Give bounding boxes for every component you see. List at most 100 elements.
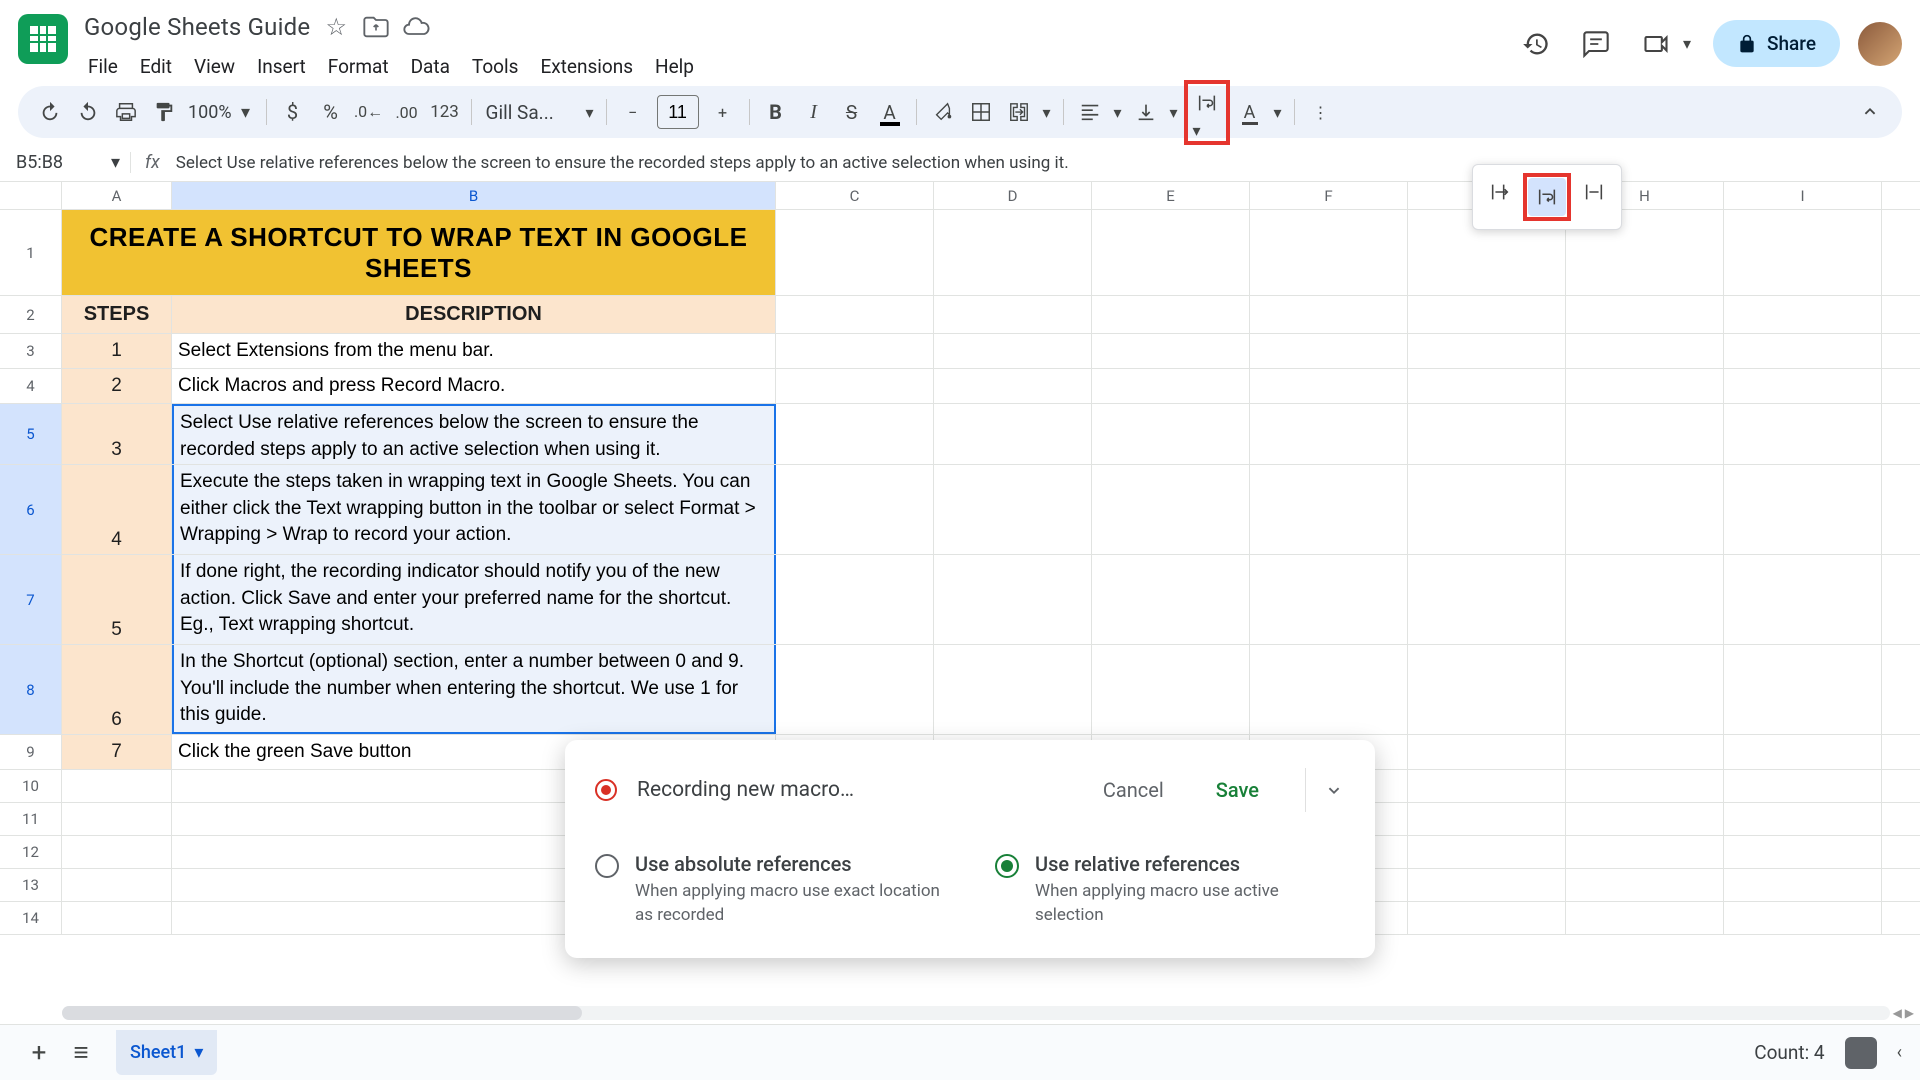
chevron-down-icon[interactable]: ▾ — [194, 1042, 203, 1063]
cell[interactable] — [1092, 296, 1250, 333]
cell[interactable] — [934, 555, 1092, 644]
halign-button[interactable] — [1072, 94, 1108, 130]
all-sheets-button[interactable]: ≡ — [60, 1032, 102, 1074]
menu-data[interactable]: Data — [401, 49, 460, 84]
cell[interactable] — [1566, 836, 1724, 868]
cancel-button[interactable]: Cancel — [1087, 770, 1180, 810]
scroll-arrows[interactable]: ◀ ▶ — [1893, 1006, 1914, 1020]
cell[interactable] — [1092, 369, 1250, 403]
cell[interactable]: 4 — [62, 465, 172, 554]
col-header-f[interactable]: F — [1250, 182, 1408, 209]
cell[interactable]: Select Use relative references below the… — [172, 404, 776, 464]
cell[interactable] — [1566, 735, 1724, 769]
cell[interactable] — [1408, 902, 1566, 934]
cell[interactable] — [1250, 369, 1408, 403]
side-panel-toggle[interactable]: ‹ — [1897, 1042, 1902, 1063]
cell[interactable] — [1092, 555, 1250, 644]
cell[interactable] — [1566, 803, 1724, 835]
selection-count[interactable]: Count: 4 — [1754, 1041, 1824, 1064]
menu-help[interactable]: Help — [645, 49, 704, 84]
increase-decimal-button[interactable]: .00 — [389, 94, 425, 130]
cell[interactable] — [1566, 555, 1724, 644]
cell[interactable] — [1724, 902, 1882, 934]
avatar[interactable] — [1858, 22, 1902, 66]
col-header-i[interactable]: I — [1724, 182, 1882, 209]
more-formats-button[interactable]: 123 — [427, 94, 463, 130]
cell[interactable] — [1092, 210, 1250, 295]
cell[interactable] — [934, 210, 1092, 295]
valign-button[interactable] — [1128, 94, 1164, 130]
cell[interactable]: In the Shortcut (optional) section, ente… — [172, 645, 776, 734]
italic-button[interactable]: I — [796, 94, 832, 130]
cell[interactable] — [1724, 296, 1882, 333]
comment-icon[interactable] — [1575, 23, 1617, 65]
select-all-corner[interactable] — [0, 182, 62, 209]
add-sheet-button[interactable]: + — [18, 1032, 60, 1074]
save-button[interactable]: Save — [1200, 770, 1275, 810]
cell[interactable] — [1250, 645, 1408, 734]
absolute-refs-option[interactable]: Use absolute references When applying ma… — [595, 852, 945, 928]
col-header-d[interactable]: D — [934, 182, 1092, 209]
cell[interactable] — [1566, 334, 1724, 368]
borders-button[interactable] — [963, 94, 999, 130]
col-header-a[interactable]: A — [62, 182, 172, 209]
font-size-input[interactable] — [657, 95, 699, 129]
menu-file[interactable]: File — [78, 49, 128, 84]
cell[interactable] — [776, 645, 934, 734]
cell[interactable] — [1250, 404, 1408, 464]
sheet-tab[interactable]: Sheet1▾ — [116, 1030, 217, 1075]
cell[interactable] — [1092, 465, 1250, 554]
cell[interactable] — [1092, 404, 1250, 464]
cell[interactable]: 1 — [62, 334, 172, 368]
increase-font-button[interactable]: + — [705, 94, 741, 130]
doc-title[interactable]: Google Sheets Guide — [84, 13, 310, 41]
print-button[interactable] — [108, 94, 144, 130]
cell[interactable] — [1250, 465, 1408, 554]
row-header[interactable]: 8 — [0, 645, 62, 734]
collapse-toolbar-button[interactable] — [1852, 94, 1888, 130]
cell[interactable] — [1566, 369, 1724, 403]
cell[interactable] — [1566, 296, 1724, 333]
menu-edit[interactable]: Edit — [130, 49, 182, 84]
font-select[interactable]: Gill Sa... — [480, 101, 580, 124]
row-header[interactable]: 9 — [0, 735, 62, 769]
row-header[interactable]: 13 — [0, 869, 62, 901]
move-icon[interactable] — [362, 13, 390, 41]
cell[interactable] — [62, 770, 172, 802]
cell[interactable] — [1724, 465, 1882, 554]
currency-button[interactable]: $ — [275, 94, 311, 130]
cell[interactable] — [934, 645, 1092, 734]
bold-button[interactable]: B — [758, 94, 794, 130]
cell[interactable] — [776, 369, 934, 403]
merge-button[interactable] — [1001, 94, 1037, 130]
wrap-dropdown-icon[interactable]: ▾ — [1189, 121, 1205, 140]
cell[interactable] — [1724, 645, 1882, 734]
cell[interactable] — [934, 404, 1092, 464]
cell[interactable] — [1724, 369, 1882, 403]
cell[interactable] — [776, 210, 934, 295]
strike-button[interactable]: S — [834, 94, 870, 130]
zoom-select[interactable]: 100%▾ — [184, 102, 258, 123]
cell[interactable] — [62, 869, 172, 901]
row-header[interactable]: 5 — [0, 404, 62, 464]
cell[interactable] — [1724, 404, 1882, 464]
row-header[interactable]: 3 — [0, 334, 62, 368]
cell[interactable] — [1250, 555, 1408, 644]
cell[interactable] — [934, 465, 1092, 554]
row-header[interactable]: 12 — [0, 836, 62, 868]
cell[interactable]: Select Extensions from the menu bar. — [172, 334, 776, 368]
cell[interactable] — [62, 803, 172, 835]
row-header[interactable]: 4 — [0, 369, 62, 403]
cell[interactable] — [1408, 770, 1566, 802]
formula-input[interactable]: Select Use relative references below the… — [174, 153, 1920, 173]
valign-dropdown-icon[interactable]: ▾ — [1166, 103, 1182, 122]
cloud-icon[interactable] — [402, 13, 430, 41]
sheets-logo[interactable] — [18, 14, 68, 64]
cell[interactable]: Click Macros and press Record Macro. — [172, 369, 776, 403]
cell[interactable] — [1408, 334, 1566, 368]
cell[interactable]: 5 — [62, 555, 172, 644]
wrap-overflow-option[interactable] — [1481, 173, 1519, 211]
fill-color-button[interactable] — [925, 94, 961, 130]
history-icon[interactable] — [1515, 23, 1557, 65]
share-button[interactable]: Share — [1713, 20, 1840, 67]
